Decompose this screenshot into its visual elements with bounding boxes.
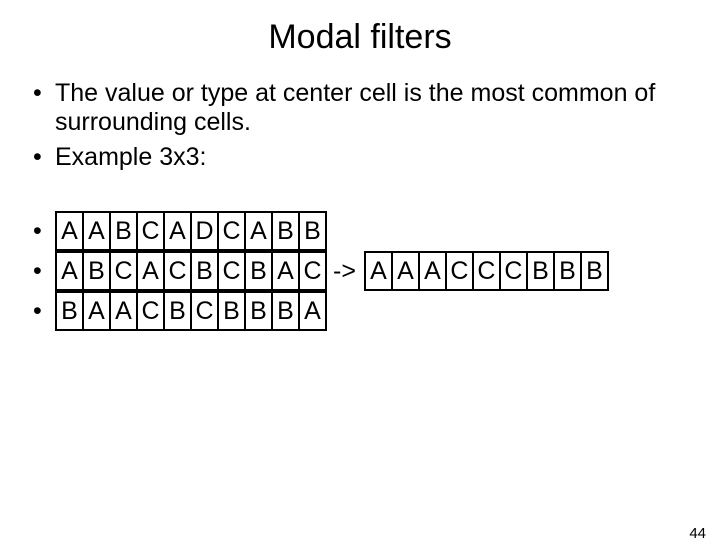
grid-row: • A B C A C B C B A C -> A A A C C C bbox=[33, 251, 720, 291]
cell: A bbox=[418, 251, 447, 291]
cell: B bbox=[55, 291, 84, 331]
cell: B bbox=[580, 251, 609, 291]
cell: B bbox=[244, 251, 273, 291]
input-cells-row: A A B C A D C A B B bbox=[55, 211, 327, 251]
cell: A bbox=[364, 251, 393, 291]
bullet-dot-icon: • bbox=[33, 79, 55, 108]
cell: B bbox=[526, 251, 555, 291]
bullet-dot-icon: • bbox=[33, 143, 55, 172]
cell: C bbox=[499, 251, 528, 291]
slide: Modal filters • The value or type at cen… bbox=[0, 18, 720, 540]
cell: C bbox=[109, 251, 138, 291]
cell: C bbox=[217, 211, 246, 251]
bullet-dot-icon: • bbox=[33, 251, 55, 291]
cell: B bbox=[271, 211, 300, 251]
cell: A bbox=[82, 291, 111, 331]
cell: C bbox=[472, 251, 501, 291]
cell: A bbox=[244, 211, 273, 251]
slide-title: Modal filters bbox=[0, 18, 720, 57]
cell: B bbox=[190, 251, 219, 291]
cell: A bbox=[298, 291, 327, 331]
cell: C bbox=[136, 211, 165, 251]
cell: C bbox=[190, 291, 219, 331]
cell: C bbox=[136, 291, 165, 331]
cell: C bbox=[298, 251, 327, 291]
cell: D bbox=[190, 211, 219, 251]
page-number: 44 bbox=[689, 525, 706, 540]
bullet-dot-icon: • bbox=[33, 291, 55, 331]
cell: A bbox=[271, 251, 300, 291]
grid-row: • A A B C A D C A B B bbox=[33, 211, 720, 251]
cell: B bbox=[244, 291, 273, 331]
input-cells-row: A B C A C B C B A C bbox=[55, 251, 327, 291]
cell: C bbox=[445, 251, 474, 291]
cell: B bbox=[217, 291, 246, 331]
example-grid: • A A B C A D C A B B • A B C A C bbox=[33, 211, 720, 331]
cell: A bbox=[109, 291, 138, 331]
cell: B bbox=[271, 291, 300, 331]
cell: B bbox=[109, 211, 138, 251]
cell: A bbox=[136, 251, 165, 291]
bullet-text: The value or type at center cell is the … bbox=[55, 79, 700, 137]
cell: B bbox=[82, 251, 111, 291]
cell: B bbox=[553, 251, 582, 291]
cell: A bbox=[55, 211, 84, 251]
input-cells-row: B A A C B C B B B A bbox=[55, 291, 327, 331]
grid-row: • B A A C B C B B B A bbox=[33, 291, 720, 331]
bullet-text: Example 3x3: bbox=[55, 143, 700, 172]
cell: B bbox=[298, 211, 327, 251]
cell: C bbox=[217, 251, 246, 291]
cell: C bbox=[163, 251, 192, 291]
cell: B bbox=[163, 291, 192, 331]
bullet-dot-icon: • bbox=[33, 211, 55, 251]
cell: A bbox=[163, 211, 192, 251]
result-cells-row: A A A C C C B B B bbox=[364, 251, 609, 291]
bullet-list: • The value or type at center cell is th… bbox=[33, 79, 700, 171]
bullet-item: • Example 3x3: bbox=[33, 143, 700, 172]
cell: A bbox=[391, 251, 420, 291]
arrow-text: -> bbox=[327, 251, 364, 291]
cell: A bbox=[55, 251, 84, 291]
cell: A bbox=[82, 211, 111, 251]
bullet-item: • The value or type at center cell is th… bbox=[33, 79, 700, 137]
